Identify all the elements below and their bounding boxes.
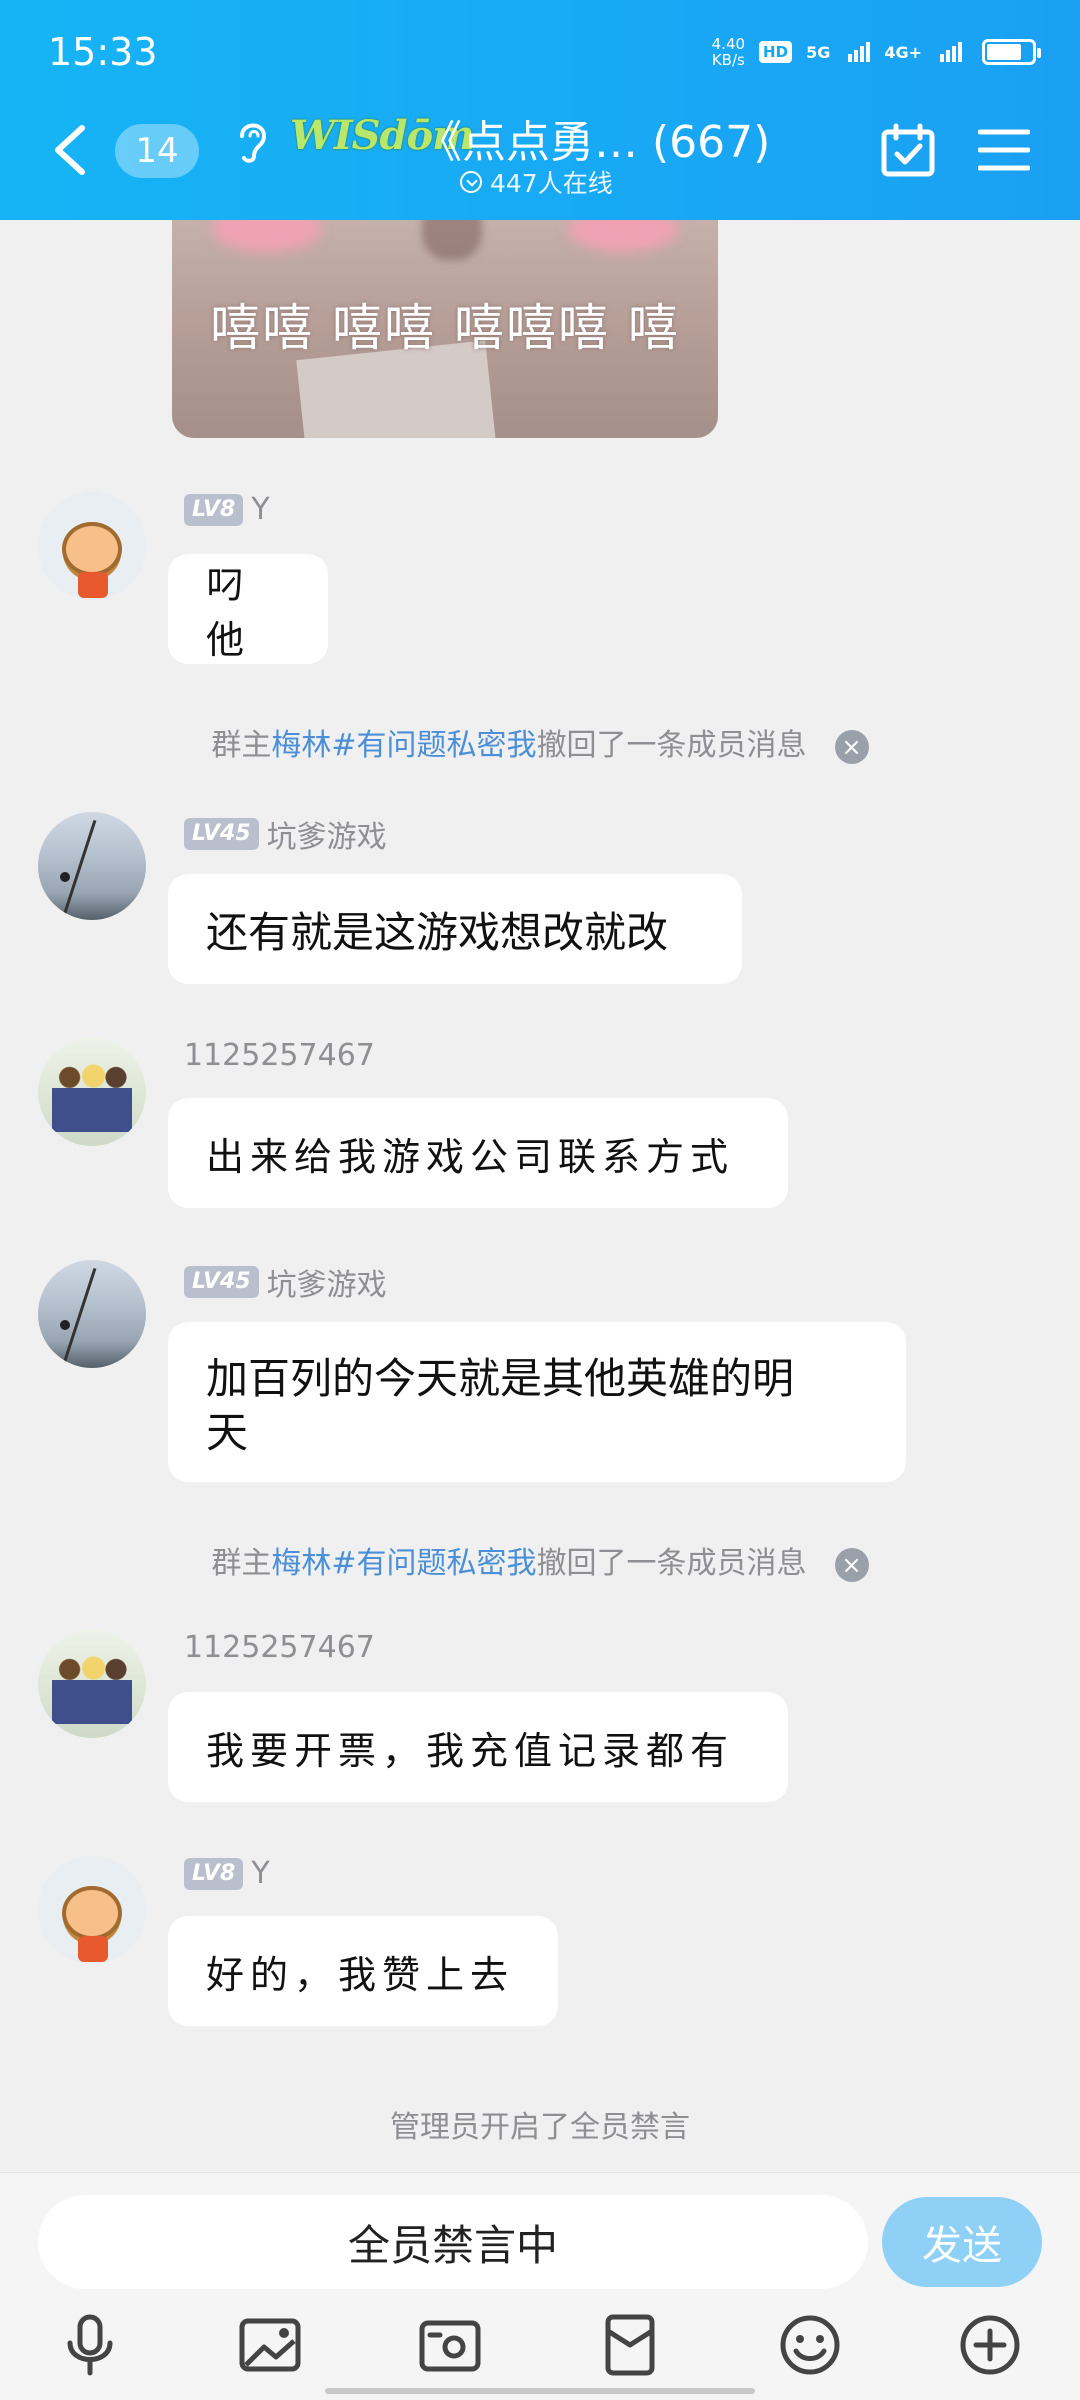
chevron-down-icon	[460, 171, 482, 193]
level-badge: LV8	[184, 493, 244, 526]
chat-area[interactable]: 嘻嘻 嘻嘻 嘻嘻嘻 嘻 LV8 Y 叼他 群主梅林#有问题私密我撤回了一条成员消…	[0, 220, 1080, 2172]
input-bar: 全员禁言中 发送	[0, 2172, 1080, 2400]
menu-icon[interactable]	[978, 128, 1030, 172]
earpiece-icon[interactable]	[232, 116, 272, 166]
message-bubble[interactable]: 我要开票，我充值记录都有	[168, 1692, 788, 1802]
close-icon[interactable]: ×	[834, 1547, 869, 1582]
level-badge: LV8	[184, 1857, 244, 1890]
sender-name[interactable]: 1125257467	[184, 1038, 375, 1073]
sender-meta: LV45 坑爹游戏	[184, 1260, 387, 1304]
sender-name[interactable]: 坑爹游戏	[267, 1260, 387, 1304]
status-time: 15:33	[48, 30, 158, 74]
system-notice-mute: 管理员开启了全员禁言	[390, 2110, 690, 2145]
status-icons: 4.40 KB/s HD 5G 4G+	[711, 35, 1041, 69]
header: 15:33 4.40 KB/s HD 5G 4G+ 14 WISdōm 《点点勇…	[0, 0, 1080, 220]
close-icon[interactable]: ×	[834, 729, 869, 764]
input-toolbar	[0, 2313, 1080, 2383]
network-4g-label: 4G+	[884, 42, 922, 62]
camera-icon[interactable]	[418, 2313, 482, 2377]
avatar[interactable]	[38, 492, 146, 600]
network-5g-label: 5G	[806, 42, 831, 62]
system-notice: 群主梅林#有问题私密我撤回了一条成员消息 ×	[0, 1538, 1080, 1582]
level-badge: LV45	[184, 1266, 259, 1298]
sender-name[interactable]: Y	[251, 1856, 269, 1891]
message-bubble[interactable]: 加百列的今天就是其他英雄的明 天	[168, 1322, 906, 1482]
network-speed: 4.40 KB/s	[711, 35, 746, 69]
red-packet-icon[interactable]	[598, 2313, 662, 2377]
calendar-check-icon[interactable]	[880, 122, 936, 178]
hd-icon: HD	[759, 41, 793, 63]
sender-name[interactable]: 坑爹游戏	[267, 812, 387, 856]
home-indicator[interactable]	[325, 2388, 755, 2394]
sender-meta: 1125257467	[184, 1630, 375, 1665]
sender-meta: LV8 Y	[184, 1856, 270, 1891]
signal-icon	[848, 42, 871, 62]
sticker-image[interactable]: 嘻嘻 嘻嘻 嘻嘻嘻 嘻	[172, 220, 718, 438]
sender-meta: LV8 Y	[184, 492, 270, 527]
sender-meta: 1125257467	[184, 1038, 375, 1073]
avatar[interactable]	[38, 1856, 146, 1964]
unread-count-badge[interactable]: 14	[115, 124, 199, 178]
sender-name[interactable]: Y	[251, 492, 269, 527]
group-title[interactable]: 《点点勇… (667)	[418, 106, 770, 170]
send-button[interactable]: 发送	[882, 2197, 1042, 2287]
level-badge: LV45	[184, 818, 259, 850]
system-notice: 群主梅林#有问题私密我撤回了一条成员消息 ×	[0, 720, 1080, 764]
sender-meta: LV45 坑爹游戏	[184, 812, 387, 856]
avatar[interactable]	[38, 1630, 146, 1738]
sticker-caption: 嘻嘻 嘻嘻 嘻嘻嘻 嘻	[210, 299, 680, 357]
image-icon[interactable]	[238, 2313, 302, 2377]
online-count[interactable]: 447人在线	[460, 164, 613, 200]
signal-icon-2	[940, 42, 962, 62]
message-bubble[interactable]: 叼他	[168, 554, 328, 664]
avatar[interactable]	[38, 812, 146, 920]
plus-icon[interactable]	[958, 2313, 1022, 2377]
emoji-icon[interactable]	[778, 2313, 842, 2377]
admin-name-link[interactable]: 梅林#有问题私密我	[271, 1546, 536, 1581]
microphone-icon[interactable]	[58, 2313, 122, 2377]
admin-name-link[interactable]: 梅林#有问题私密我	[271, 728, 536, 763]
avatar[interactable]	[38, 1260, 146, 1368]
avatar[interactable]	[38, 1038, 146, 1146]
back-arrow-icon[interactable]	[50, 122, 90, 178]
sender-name[interactable]: 1125257467	[184, 1630, 375, 1665]
message-input[interactable]: 全员禁言中	[38, 2195, 868, 2289]
message-bubble[interactable]: 还有就是这游戏想改就改	[168, 874, 742, 984]
message-bubble[interactable]: 好的，我赞上去	[168, 1916, 558, 2026]
battery-icon	[982, 39, 1041, 65]
message-bubble[interactable]: 出来给我游戏公司联系方式	[168, 1098, 788, 1208]
